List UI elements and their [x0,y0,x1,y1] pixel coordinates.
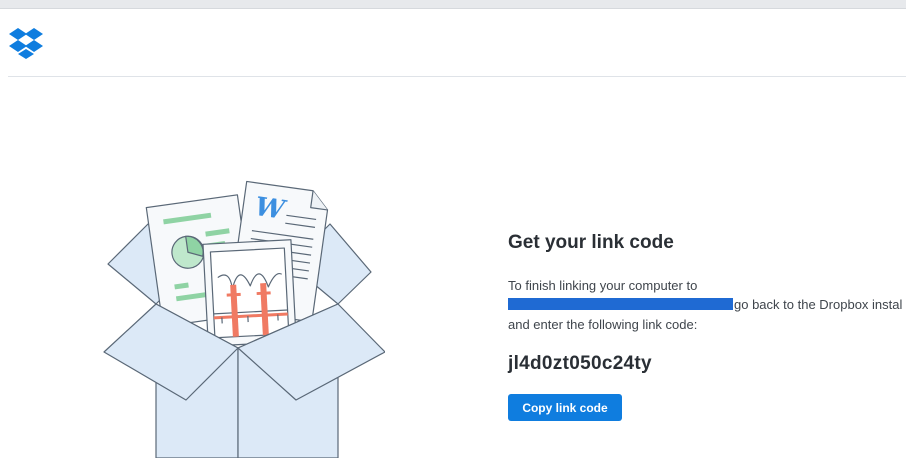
page-title: Get your link code [508,232,674,253]
instruction-text-line1: To finish linking your computer to [508,278,698,293]
header-divider [8,76,906,77]
instruction-text-line3: and enter the following link code: [508,317,698,332]
link-code-value[interactable]: jl4d0zt050c24ty [508,353,652,375]
dropbox-logo-icon[interactable] [8,27,44,61]
instruction-text-line2: go back to the Dropbox instal [508,297,902,312]
copy-link-code-button[interactable]: Copy link code [508,394,622,421]
instruction-text-line2-tail: go back to the Dropbox instal [734,297,903,312]
page-header [0,9,906,76]
open-box-with-documents-icon: W [103,180,385,458]
redacted-computer-name [508,297,733,310]
browser-top-strip [0,0,906,9]
